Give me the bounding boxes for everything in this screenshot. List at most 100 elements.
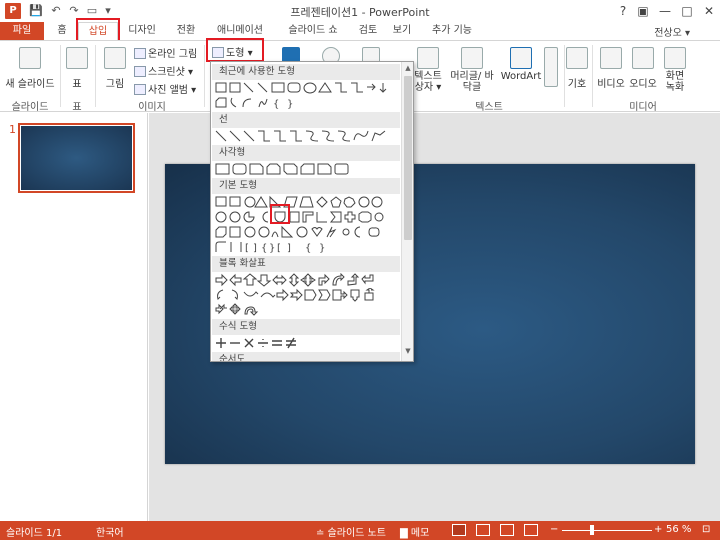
basic-shapes-row-4[interactable]: []{}[]{} <box>215 240 401 254</box>
screen-record-button[interactable]: 화면 녹화 <box>662 47 688 93</box>
textbox-label: 텍스트 상자 ▾ <box>414 71 442 93</box>
video-button[interactable]: 비디오 <box>596 47 626 90</box>
scroll-up-icon[interactable]: ▲ <box>402 62 413 74</box>
window-title: 프레젠테이션1 - PowerPoint <box>290 6 430 19</box>
category-block-arrows: 블록 화살표 <box>212 256 400 272</box>
shapes-gallery: 최근에 사용한 도형 {} 선 사각형 기본 도형 [] {} [] {… <box>211 62 401 361</box>
block-arrows-row-1[interactable] <box>215 273 401 287</box>
screenshot-button[interactable]: 스크린샷 ▾ <box>134 63 193 78</box>
basic-shapes-row-2[interactable] <box>215 210 401 224</box>
category-lines: 선 <box>212 112 400 128</box>
tab-addins[interactable]: 추가 기능 <box>424 22 480 40</box>
header-footer-icon <box>461 47 483 69</box>
screen-record-label: 화면 녹화 <box>665 71 685 93</box>
photo-album-button[interactable]: 사진 앨범 ▾ <box>134 81 196 96</box>
ribbon-tabs: 파일 홈 삽입 디자인 전환 애니메이션 슬라이드 쇼 검토 보기 추가 기능 … <box>0 22 720 40</box>
tab-file[interactable]: 파일 <box>0 22 44 40</box>
tab-home[interactable]: 홈 <box>50 22 74 40</box>
category-recent: 최근에 사용한 도형 <box>212 64 400 80</box>
textbox-button[interactable]: 텍스트 상자 ▾ <box>414 47 442 93</box>
new-slide-button[interactable]: 새 슬라이드 <box>4 47 56 90</box>
recent-shapes-icons <box>215 82 387 94</box>
tab-design[interactable]: 디자인 <box>122 22 162 40</box>
tab-animations[interactable]: 애니메이션 <box>210 22 270 40</box>
slideshow-view-icon[interactable] <box>524 524 538 536</box>
line-shapes-row[interactable] <box>215 129 401 143</box>
group-media-label: 미디어 <box>629 102 657 113</box>
basic-shapes-icons-3 <box>215 225 380 238</box>
table-button[interactable]: 표 <box>64 47 90 90</box>
basic-shapes-row-1[interactable] <box>215 195 401 209</box>
scroll-thumb[interactable] <box>404 76 412 240</box>
zoom-level[interactable]: 56 % <box>666 524 691 535</box>
block-arrows-icons-3 <box>215 303 259 316</box>
table-label: 표 <box>72 79 82 90</box>
shapes-label: 도형 ▾ <box>226 48 253 59</box>
tab-review[interactable]: 검토 <box>354 22 382 40</box>
notes-button[interactable]: ≐ 슬라이드 노트 <box>316 524 386 539</box>
comments-button[interactable]: ▇ 메모 <box>400 524 429 539</box>
help-icon[interactable]: ? <box>614 2 632 20</box>
recent-shapes-row-1[interactable] <box>215 81 401 95</box>
table-icon <box>66 47 88 69</box>
screenshot-icon <box>134 66 146 77</box>
category-basic-shapes: 기본 도형 <box>212 178 400 194</box>
svg-text:]: ] <box>287 243 291 254</box>
slide-sorter-view-icon[interactable] <box>476 524 490 536</box>
ribbon-separator <box>60 45 61 107</box>
reading-view-icon[interactable] <box>500 524 514 536</box>
screenshot-label: 스크린샷 ▾ <box>148 67 193 78</box>
tab-insert[interactable]: 삽입 <box>78 22 118 40</box>
wordart-button[interactable]: WordArt <box>498 47 544 82</box>
recent-shapes-row-2[interactable]: {} <box>215 96 401 110</box>
scroll-down-icon[interactable]: ▼ <box>402 345 413 357</box>
picture-button[interactable]: 그림 <box>100 47 130 90</box>
recent-shapes-icons-2: {} <box>215 97 293 110</box>
basic-shapes-icons-4: []{}[]{} <box>215 241 325 254</box>
user-account[interactable]: 전상오 ▾ <box>654 24 690 39</box>
minimize-icon[interactable]: — <box>656 2 674 20</box>
zoom-in-icon[interactable]: + <box>654 524 662 535</box>
block-arrows-row-2[interactable] <box>215 288 401 302</box>
symbol-label: 기호 <box>567 79 587 90</box>
fit-to-window-icon[interactable]: ⊡ <box>702 524 710 535</box>
line-shapes-icons <box>215 130 386 142</box>
slide-thumbnail-image <box>21 126 132 190</box>
equation-shapes-row[interactable] <box>215 336 401 350</box>
textbox-icon <box>417 47 439 69</box>
symbol-button[interactable]: 기호 <box>566 47 588 90</box>
zoom-out-icon[interactable]: − <box>550 524 558 535</box>
rectangle-shapes-icons <box>215 163 349 175</box>
slide-thumbnail[interactable] <box>18 123 135 193</box>
svg-text:[: [ <box>277 243 281 254</box>
svg-text:{: { <box>261 243 267 254</box>
svg-text:{: { <box>273 99 279 110</box>
ribbon-display-icon[interactable]: ▣ <box>634 2 652 20</box>
tab-transitions[interactable]: 전환 <box>170 22 202 40</box>
normal-view-icon[interactable] <box>452 524 466 536</box>
wordart-label: WordArt <box>500 71 542 82</box>
tab-slideshow[interactable]: 슬라이드 쇼 <box>278 22 348 40</box>
category-rectangles: 사각형 <box>212 145 400 161</box>
zoom-slider[interactable] <box>562 530 652 531</box>
header-footer-button[interactable]: 머리글/ 바닥글 <box>450 47 494 93</box>
status-bar: 슬라이드 1/1 한국어 ≐ 슬라이드 노트 ▇ 메모 − + 56 % ⊡ <box>0 521 720 540</box>
close-icon[interactable]: ✕ <box>700 2 718 20</box>
svg-text:}: } <box>319 243 325 254</box>
language-indicator[interactable]: 한국어 <box>96 524 124 539</box>
basic-shapes-icons-2 <box>215 211 384 223</box>
shapes-scrollbar[interactable]: ▲ ▼ <box>401 62 413 361</box>
maximize-icon[interactable]: □ <box>678 2 696 20</box>
zoom-slider-thumb[interactable] <box>590 525 594 535</box>
block-arrows-row-3[interactable] <box>215 303 401 317</box>
shapes-dropdown: 최근에 사용한 도형 {} 선 사각형 기본 도형 [] {} [] {… <box>210 61 414 362</box>
shapes-button[interactable]: 도형 ▾ <box>212 44 253 59</box>
tab-view[interactable]: 보기 <box>388 22 416 40</box>
speaker-icon <box>632 47 654 69</box>
textbox-more-icon[interactable] <box>544 47 558 87</box>
audio-button[interactable]: 오디오 <box>628 47 658 90</box>
online-picture-button[interactable]: 온라인 그림 <box>134 45 197 60</box>
photo-album-icon <box>134 84 146 95</box>
basic-shapes-row-3[interactable] <box>215 225 401 239</box>
rectangle-shapes-row[interactable] <box>215 162 401 176</box>
